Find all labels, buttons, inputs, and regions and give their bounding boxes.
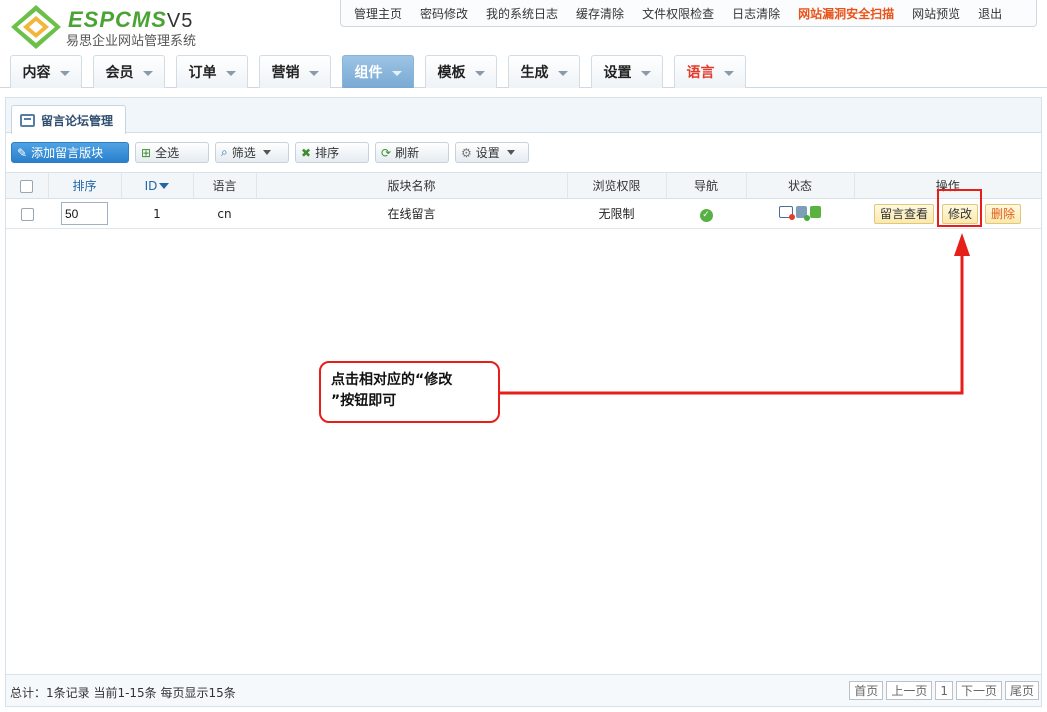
panel-header: 留言论坛管理 <box>6 98 1041 134</box>
record-stats: 总计：1条记录 当前1-15条 每页显示15条 <box>10 686 236 700</box>
gear-icon: ⚙ <box>461 145 472 160</box>
nav-tab-generate[interactable]: 生成 <box>508 55 580 88</box>
chevron-down-icon <box>308 70 319 76</box>
page-current[interactable]: 1 <box>935 681 953 700</box>
callout-line-1: 点击相对应的“修改 <box>331 372 453 388</box>
chevron-down-icon <box>59 70 70 76</box>
link-logout[interactable]: 退出 <box>969 5 1011 22</box>
settings-button[interactable]: ⚙ 设置 <box>455 142 529 163</box>
page-next-button[interactable]: 下一页 <box>955 681 1002 700</box>
chevron-down-icon <box>225 70 236 76</box>
table-row: 1 cn 在线留言 无限制 ✓ 留言查看 <box>6 198 1041 229</box>
monitor-icon <box>20 113 35 127</box>
col-status: 状态 <box>745 172 854 199</box>
card-disabled-icon[interactable] <box>779 206 795 220</box>
chevron-down-icon <box>506 150 515 155</box>
filter-button[interactable]: ⌕ 筛选 <box>215 142 289 163</box>
link-clear-cache[interactable]: 缓存清除 <box>567 5 633 22</box>
page-prev-button[interactable]: 上一页 <box>886 681 933 700</box>
link-clear-log[interactable]: 日志清除 <box>723 5 789 22</box>
col-id[interactable]: ID <box>120 172 193 199</box>
col-language: 语言 <box>192 172 256 199</box>
panel-title: 留言论坛管理 <box>41 113 114 128</box>
callout-line-2: ”按钮即可 <box>331 393 397 409</box>
link-change-password[interactable]: 密码修改 <box>411 5 477 22</box>
nav-tab-settings[interactable]: 设置 <box>591 55 663 88</box>
annotation-callout: 点击相对应的“修改 ”按钮即可 <box>319 361 500 423</box>
board-table: 排序 ID 语言 版块名称 浏览权限 导航 状态 操作 1 cn 在线留言 <box>6 172 1041 229</box>
row-board-name: 在线留言 <box>256 198 567 229</box>
check-circle-icon[interactable]: ✓ <box>699 208 713 222</box>
col-navigation: 导航 <box>665 172 746 199</box>
chevron-down-icon <box>391 70 402 76</box>
chevron-down-icon <box>557 70 568 76</box>
panel-tab-guestbook[interactable]: 留言论坛管理 <box>11 105 127 134</box>
refresh-button[interactable]: ⟳ 刷新 <box>375 142 449 163</box>
document-enabled-icon[interactable] <box>796 206 810 221</box>
main-nav: 内容 会员 订单 营销 组件 模板 生成 设置 语言 <box>0 55 1047 88</box>
link-site-preview[interactable]: 网站预览 <box>903 5 969 22</box>
nav-tab-language[interactable]: 语言 <box>674 55 746 88</box>
status-icons <box>779 206 821 221</box>
sort-order-input[interactable] <box>61 202 108 225</box>
row-language: cn <box>193 198 256 229</box>
sort-button[interactable]: ✖ 排序 <box>295 142 369 163</box>
delete-button[interactable]: 删除 <box>985 203 1022 224</box>
edit-highlight-box <box>937 189 982 227</box>
main-panel: 留言论坛管理 ✎添加留言版块 ⊞全选 ⌕筛选 ✖排序 ⟳刷新 ⚙设置 <box>5 97 1042 707</box>
row-checkbox[interactable] <box>20 207 34 221</box>
chevron-down-icon <box>474 70 485 76</box>
nav-tab-members[interactable]: 会员 <box>93 55 165 88</box>
add-board-button[interactable]: ✎ 添加留言版块 <box>11 142 129 163</box>
row-permission: 无限制 <box>567 198 666 229</box>
page-last-button[interactable]: 尾页 <box>1004 681 1039 700</box>
sort-desc-icon <box>159 183 170 189</box>
link-admin-home[interactable]: 管理主页 <box>345 5 411 22</box>
refresh-icon: ⟳ <box>381 145 392 160</box>
link-security-scan[interactable]: 网站漏洞安全扫描 <box>789 5 903 22</box>
link-my-system-log[interactable]: 我的系统日志 <box>477 5 567 22</box>
top-links-bar: 管理主页 密码修改 我的系统日志 缓存清除 文件权限检查 日志清除 网站漏洞安全… <box>340 0 1037 27</box>
nav-tab-templates[interactable]: 模板 <box>425 55 497 88</box>
pagination: 首页 上一页 1 下一页 尾页 <box>849 681 1039 700</box>
sort-icon: ✖ <box>301 145 312 160</box>
unlock-icon[interactable] <box>810 206 821 218</box>
col-sort[interactable]: 排序 <box>47 172 121 199</box>
view-messages-button[interactable]: 留言查看 <box>873 203 934 224</box>
table-header-row: 排序 ID 语言 版块名称 浏览权限 导航 状态 操作 <box>6 172 1041 199</box>
link-file-permission-check[interactable]: 文件权限检查 <box>633 5 723 22</box>
filter-icon: ⌕ <box>221 145 228 159</box>
logo-name: ESPCMS <box>68 7 167 32</box>
logo-version: V5 <box>166 10 194 32</box>
chevron-down-icon <box>262 150 271 155</box>
toolbar: ✎ 添加留言版块 ⊞ 全选 ⌕ 筛选 ✖ 排序 ⟳ 刷新 ⚙ 设置 <box>11 142 535 163</box>
logo-subtitle: 易思企业网站管理系统 <box>66 34 197 49</box>
col-board-name: 版块名称 <box>255 172 567 199</box>
nav-tab-components[interactable]: 组件 <box>342 55 414 88</box>
select-all-checkbox[interactable] <box>20 179 34 193</box>
chevron-down-icon <box>142 70 153 76</box>
chevron-down-icon <box>640 70 651 76</box>
add-icon: ✎ <box>17 145 28 160</box>
page-first-button[interactable]: 首页 <box>849 681 884 700</box>
col-permission: 浏览权限 <box>566 172 666 199</box>
select-all-button[interactable]: ⊞ 全选 <box>135 142 209 163</box>
row-id: 1 <box>121 198 193 229</box>
select-all-icon: ⊞ <box>141 145 152 160</box>
logo: ESPCMSV5 易思企业网站管理系统 <box>10 4 220 50</box>
table-footer: 总计：1条记录 当前1-15条 每页显示15条 首页 上一页 1 下一页 尾页 <box>6 674 1041 706</box>
nav-tab-content[interactable]: 内容 <box>10 55 82 88</box>
chevron-down-icon <box>723 70 734 76</box>
nav-tab-orders[interactable]: 订单 <box>176 55 248 88</box>
logo-emblem-icon <box>11 5 61 49</box>
nav-tab-marketing[interactable]: 营销 <box>259 55 331 88</box>
page: ESPCMSV5 易思企业网站管理系统 管理主页 密码修改 我的系统日志 缓存清… <box>0 0 1047 712</box>
